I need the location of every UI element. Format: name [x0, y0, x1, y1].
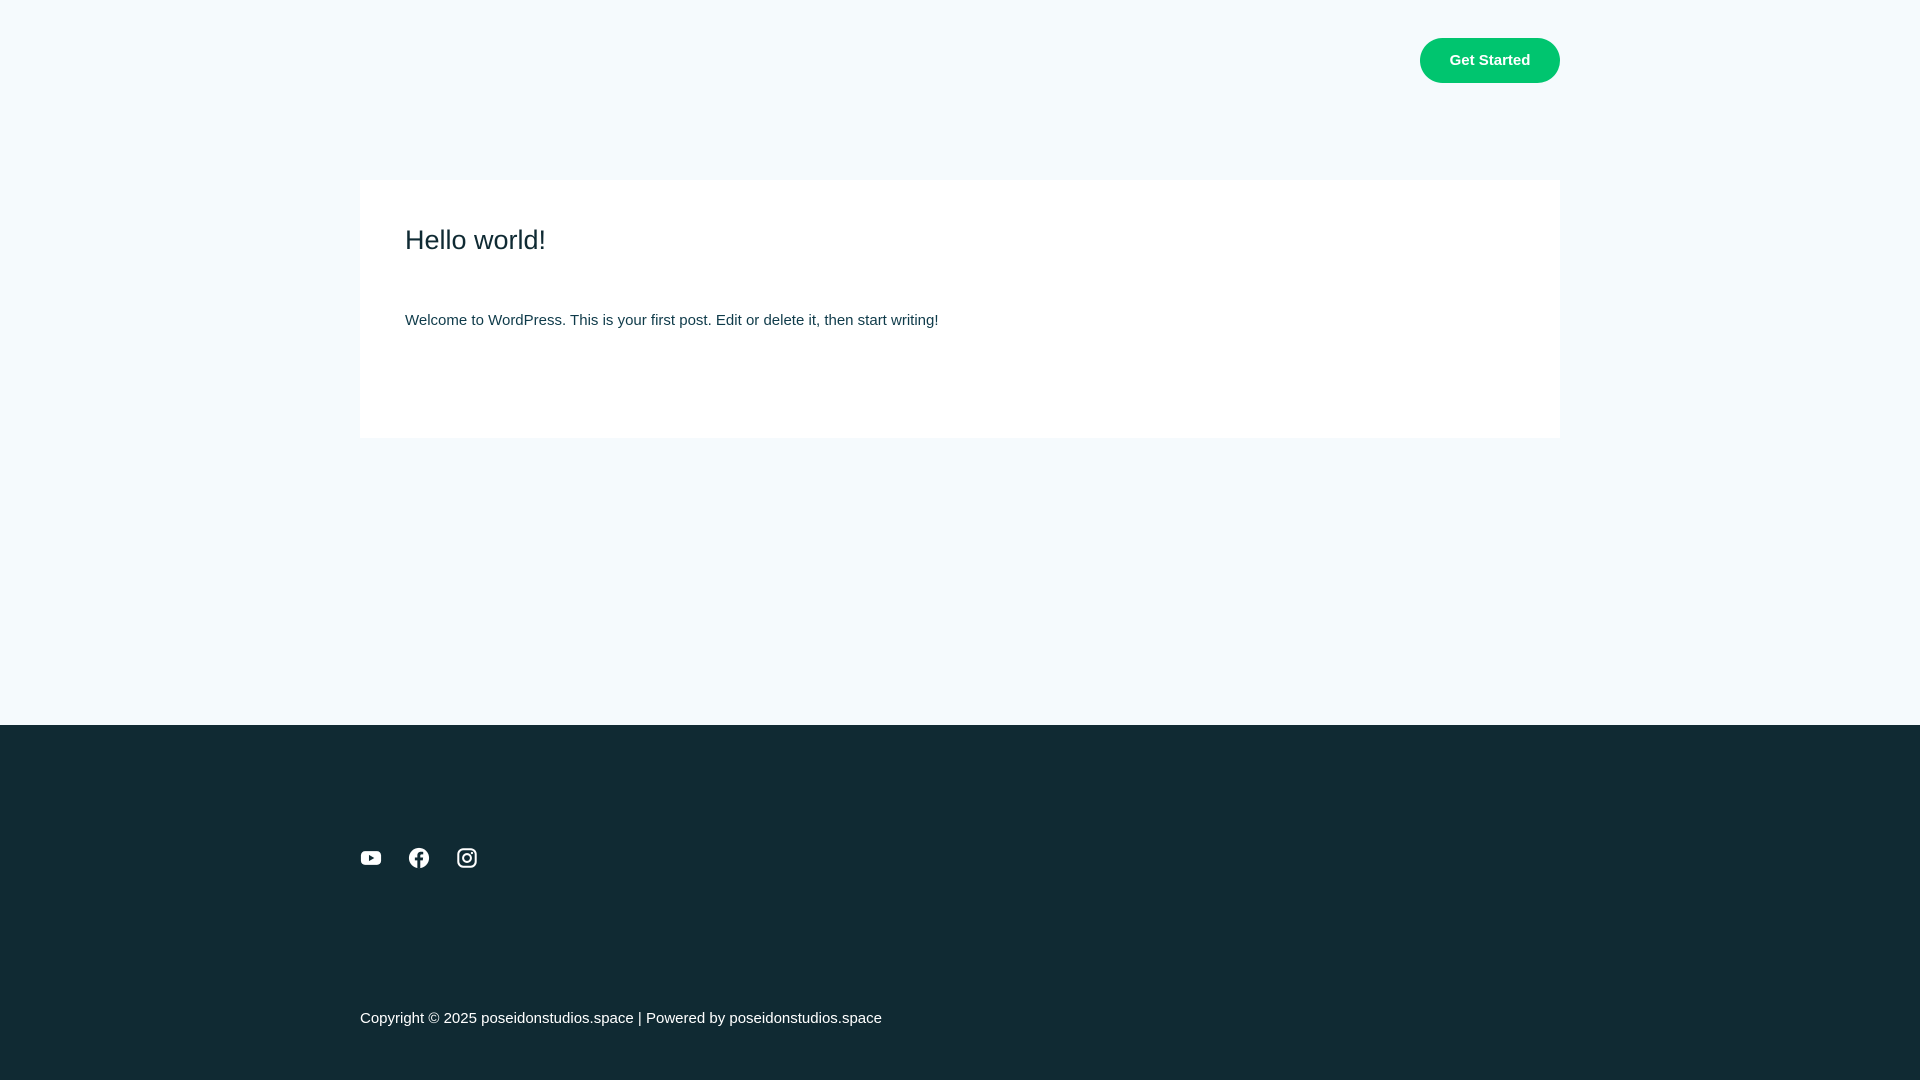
instagram-icon: [457, 848, 477, 868]
powered-by-label: Powered by: [645, 1010, 726, 1027]
youtube-icon: [360, 851, 382, 865]
get-started-button[interactable]: Get Started: [1420, 38, 1560, 83]
copyright-prefix: Copyright © 2025: [360, 1010, 477, 1027]
copyright-text: Copyright © 2025 poseidonstudios.space |…: [360, 1010, 882, 1027]
site-footer: Copyright © 2025 poseidonstudios.space |…: [0, 725, 1920, 1080]
youtube-link[interactable]: [360, 847, 382, 869]
facebook-icon: [408, 847, 430, 869]
post-card: Hello world! Welcome to WordPress. This …: [360, 180, 1560, 438]
site-header: Get Started: [0, 0, 1920, 120]
post-title-link[interactable]: Hello world!: [405, 225, 546, 255]
facebook-link[interactable]: [408, 847, 430, 869]
instagram-link[interactable]: [456, 847, 478, 869]
social-links: [360, 847, 478, 869]
post-title: Hello world!: [405, 224, 1515, 256]
powered-by-link[interactable]: poseidonstudios.space: [729, 1010, 882, 1027]
copyright-separator: |: [637, 1010, 642, 1027]
copyright-site-name: poseidonstudios.space: [481, 1010, 634, 1027]
post-excerpt: Welcome to WordPress. This is your first…: [405, 312, 939, 330]
